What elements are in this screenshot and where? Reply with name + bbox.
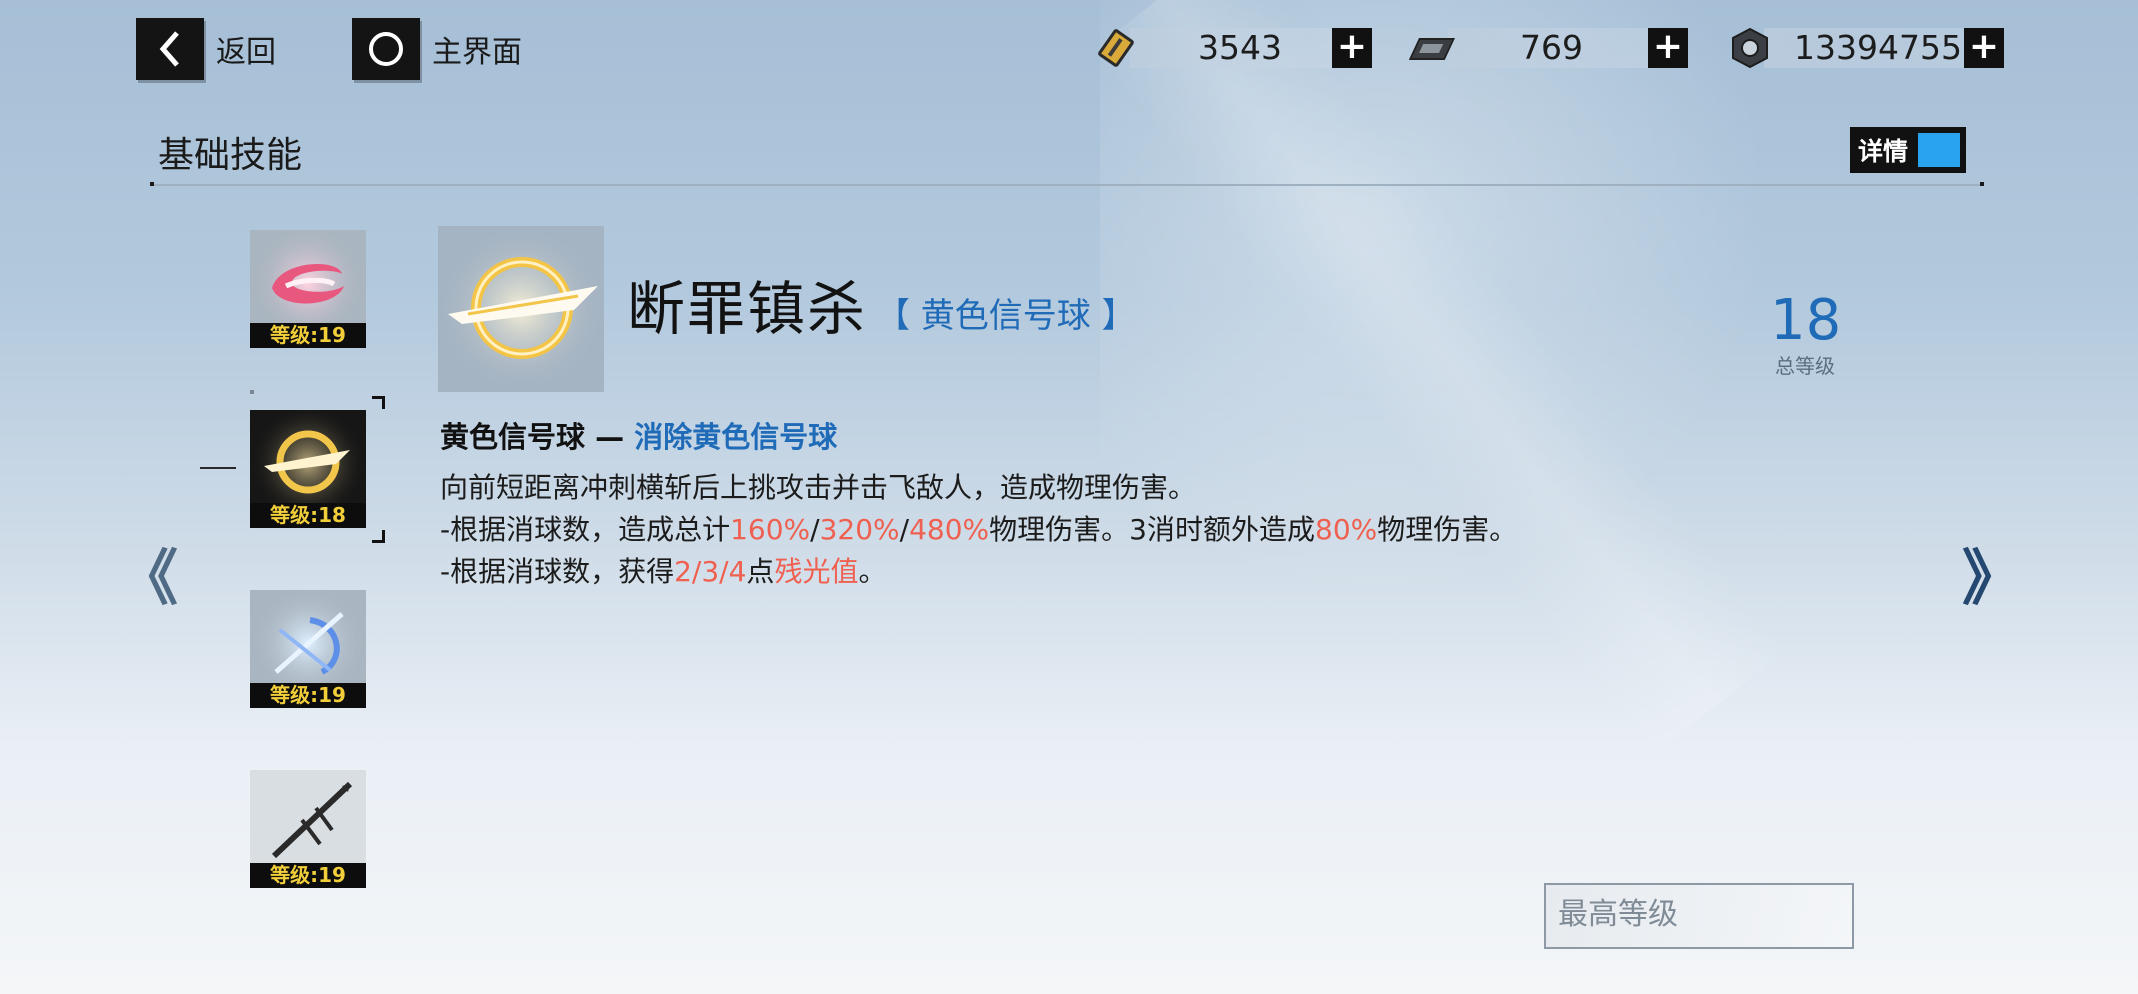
skill-level: 等级:19 <box>250 323 366 348</box>
resource-nut: 13394755 + <box>1724 22 2004 74</box>
resource-chip: 769 + <box>1408 22 1688 74</box>
back-button[interactable]: 返回 <box>136 18 276 80</box>
skill-level: 等级:19 <box>250 863 366 888</box>
section-title: 基础技能 <box>158 135 303 176</box>
selection-bracket <box>372 396 385 409</box>
header-divider <box>150 182 1984 186</box>
total-level-label: 总等级 <box>1775 354 1835 378</box>
description-line-3: -根据消球数，获得2/3/4点残光值。 <box>440 550 886 590</box>
background-glow <box>1100 0 1800 700</box>
value: 160% <box>730 513 811 546</box>
skill-slot-4[interactable]: 等级:19 <box>250 770 366 888</box>
max-level-button[interactable]: 最高等级 <box>1544 883 1854 949</box>
description-line-1: 向前短距离冲刺横斩后上挑攻击并击飞敌人，造成物理伤害。 <box>440 471 1197 504</box>
selection-pointer <box>200 467 236 469</box>
text: / <box>899 513 910 546</box>
text: / <box>810 513 820 546</box>
skill-slot-1[interactable]: 等级:19 <box>250 230 366 348</box>
text: -根据消球数，获得 <box>440 555 675 588</box>
resource-value: 13394755 <box>1794 28 1962 67</box>
skill-level: 等级:18 <box>250 503 366 528</box>
value: 320% <box>819 513 900 546</box>
resource-value: 3543 <box>1198 28 1282 67</box>
prev-skill-button[interactable]: 《 <box>118 530 178 617</box>
text: 物理伤害。 <box>1377 513 1518 546</box>
skill-slot-3[interactable]: 等级:19 <box>250 590 366 708</box>
resource-gold-card: 3543 + <box>1090 22 1372 74</box>
skill-tag: 【 黄色信号球 】 <box>876 296 1136 336</box>
heading-highlight: 消除黄色信号球 <box>634 420 838 454</box>
text: -根据消球数，造成总计 <box>440 513 731 546</box>
skill-level: 等级:19 <box>250 683 366 708</box>
description-heading: 黄色信号球 — 消除黄色信号球 <box>440 414 837 456</box>
next-skill-button[interactable]: 》 <box>1962 530 2022 617</box>
home-label: 主界面 <box>432 35 522 70</box>
resource-value: 769 <box>1520 28 1583 67</box>
detail-toggle[interactable]: 详情 <box>1850 127 1966 173</box>
value: 480% <box>909 513 990 546</box>
hex-nut-icon <box>1724 22 1776 74</box>
description-line-2: -根据消球数，造成总计160%/320%/480%物理伤害。3消时额外造成80%… <box>440 508 1517 548</box>
toggle-knob <box>1918 133 1960 167</box>
detail-toggle-label: 详情 <box>1858 137 1909 166</box>
add-gold-button[interactable]: + <box>1332 28 1372 68</box>
selection-mark <box>250 390 254 394</box>
text: 点 <box>746 555 775 588</box>
back-label: 返回 <box>216 35 276 70</box>
background-stripe <box>1092 0 1788 761</box>
home-circle-icon <box>352 18 420 80</box>
add-chip-button[interactable]: + <box>1648 28 1688 68</box>
skill-slot-2[interactable]: 等级:18 <box>250 410 366 528</box>
text: 物理伤害。3消时额外造成 <box>989 513 1315 546</box>
text: 。 <box>858 555 887 588</box>
value: 2/3/4 <box>674 555 747 588</box>
chip-icon <box>1408 22 1460 74</box>
value: 80% <box>1315 513 1378 546</box>
home-button[interactable]: 主界面 <box>352 18 522 80</box>
golden-slash-ring-icon <box>438 226 604 392</box>
back-arrow-icon <box>136 18 204 80</box>
selection-bracket <box>372 530 385 543</box>
heading-prefix: 黄色信号球 — <box>440 420 635 454</box>
skill-big-icon <box>438 226 604 392</box>
gold-card-icon <box>1090 22 1142 74</box>
value: 残光值 <box>774 555 859 588</box>
skill-name: 断罪镇杀 <box>627 275 868 343</box>
total-level-value: 18 <box>1770 288 1842 353</box>
add-nut-button[interactable]: + <box>1964 28 2004 68</box>
